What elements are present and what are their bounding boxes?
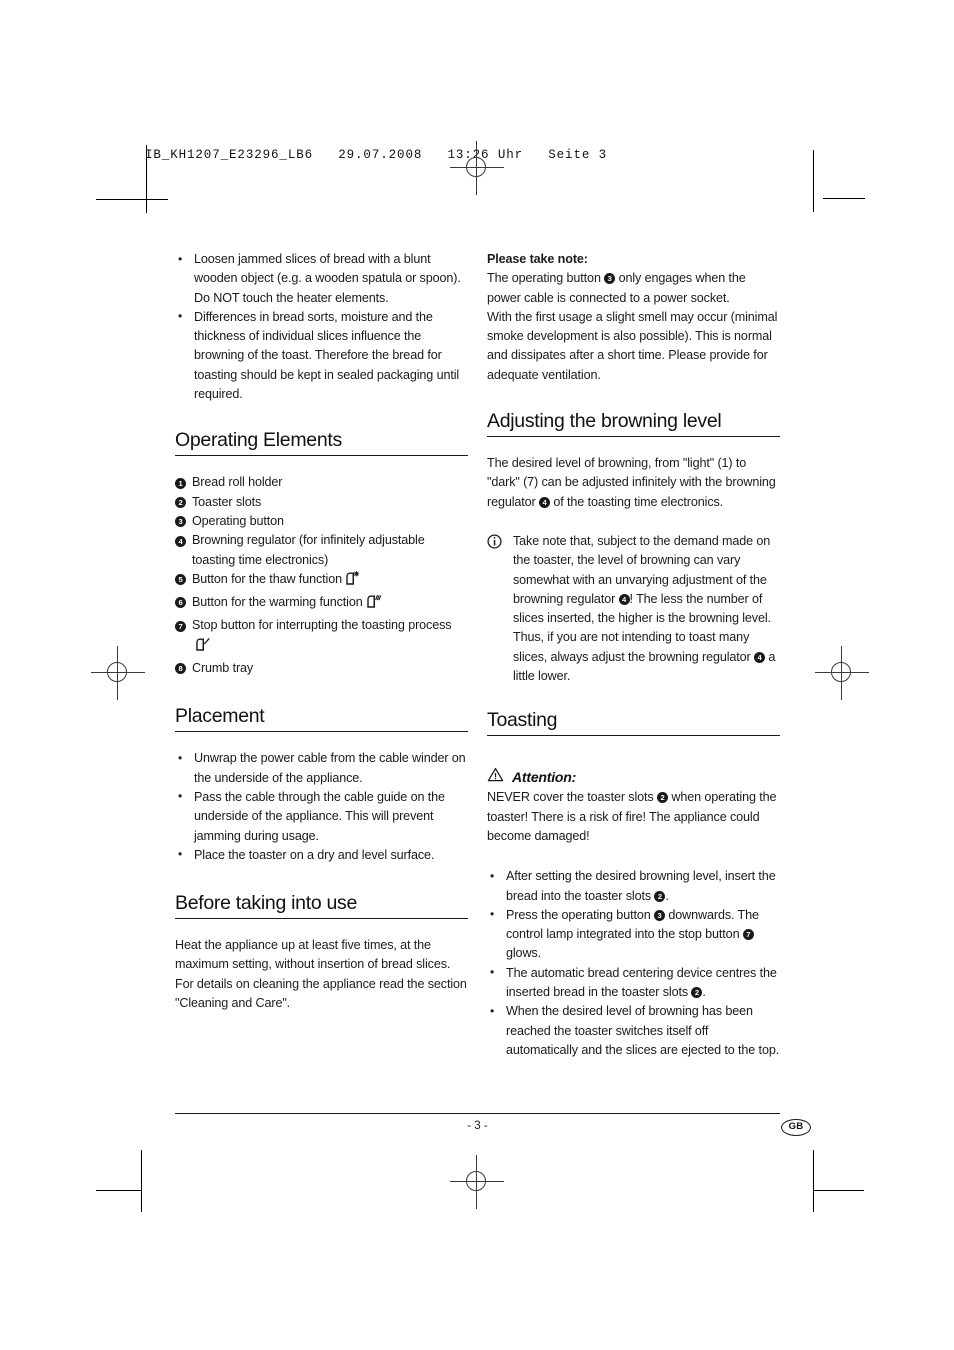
list-item: 6 Button for the warming function — [175, 593, 468, 616]
toast-thaw-icon — [344, 570, 361, 593]
attention-paragraph: NEVER cover the toaster slots 2 when ope… — [487, 788, 780, 846]
inline-number-badge-3: 3 — [654, 909, 665, 921]
footer-divider — [175, 1113, 780, 1115]
list-item: 5 Button for the thaw function — [175, 570, 468, 593]
section-heading-toasting: Toasting — [487, 708, 780, 737]
page-number: - 3 - — [467, 1120, 488, 1132]
list-item: Loosen jammed slices of bread with a blu… — [175, 250, 468, 308]
bullet-text-a: After setting the desired browning level… — [506, 869, 776, 903]
browning-paragraph: The desired level of browning, from "lig… — [487, 454, 780, 512]
crop-mark-bottom-left-horizontal — [96, 1190, 142, 1192]
inline-number-badge-4: 4 — [618, 593, 630, 605]
right-column: Please take note: The operating button 3… — [487, 250, 780, 1060]
note-text-a: The operating button — [487, 271, 601, 286]
list-item: 4 Browning regulator (for infinitely adj… — [175, 531, 468, 570]
list-item-label: Stop button for interrupting the toastin… — [192, 618, 452, 633]
warning-triangle-icon — [487, 767, 504, 787]
left-column: Loosen jammed slices of bread with a blu… — [175, 250, 468, 1013]
list-item-label: Toaster slots — [192, 494, 262, 509]
number-badge-2: 2 — [175, 496, 186, 508]
list-item-label: Button for the thaw function — [192, 571, 342, 586]
inline-number-badge-2: 2 — [691, 987, 703, 999]
print-header: IB_KH1207_E23296_LB6 29.07.2008 13:26 Uh… — [145, 148, 608, 162]
list-item: The automatic bread centering device cen… — [487, 963, 780, 1003]
registration-mark-left — [91, 646, 145, 700]
bullet-text-a: When the desired level of browning has b… — [506, 1004, 780, 1057]
list-item: 7 Stop button for interrupting the toast… — [175, 616, 468, 659]
bullet-text-b: . — [665, 888, 669, 903]
crop-mark-bottom-right-horizontal — [814, 1190, 864, 1192]
list-item: After setting the desired browning level… — [487, 867, 780, 906]
info-note-block: Take note that, subject to the demand ma… — [487, 532, 780, 686]
list-item: Pass the cable through the cable guide o… — [175, 787, 468, 846]
section-heading-placement: Placement — [175, 704, 468, 733]
safety-bullet-list: Loosen jammed slices of bread with a blu… — [175, 250, 468, 404]
section-heading-adjusting-browning-level: Adjusting the browning level — [487, 409, 780, 438]
note-paragraph-1: The operating button 3 only engages when… — [487, 269, 780, 308]
crop-mark-bottom-left-vertical — [141, 1150, 143, 1212]
inline-number-badge-4: 4 — [754, 651, 766, 663]
registration-mark-bottom — [450, 1155, 504, 1209]
number-badge-4: 4 — [175, 535, 186, 547]
bullet-text-a: The automatic bread centering device cen… — [506, 965, 777, 1000]
list-item: When the desired level of browning has b… — [487, 1002, 780, 1060]
inline-number-badge-3: 3 — [604, 273, 616, 285]
list-item-label: Crumb tray — [192, 661, 254, 676]
crop-mark-bottom-right-vertical — [813, 1150, 815, 1212]
list-item: Press the operating button 3 downwards. … — [487, 905, 780, 964]
attention-text-a: NEVER cover the toaster slots — [487, 790, 654, 805]
operating-elements-list: 1 Bread roll holder 2 Toaster slots 3 Op… — [175, 473, 468, 678]
placement-bullet-list: Unwrap the power cable from the cable wi… — [175, 749, 468, 865]
toast-stop-icon — [194, 636, 211, 659]
list-item: 2 Toaster slots — [175, 493, 468, 512]
crop-mark-top-left-vertical — [146, 145, 148, 213]
list-item: 3 Operating button — [175, 512, 468, 531]
registration-mark-top — [450, 141, 504, 195]
number-badge-1: 1 — [175, 477, 186, 489]
list-item-label: Button for the warming function — [192, 595, 363, 610]
inline-number-badge-2: 2 — [657, 792, 668, 804]
list-item-label: Browning regulator (for infinitely adjus… — [192, 533, 425, 567]
section-heading-operating-elements: Operating Elements — [175, 428, 468, 457]
language-badge: GB — [781, 1119, 811, 1136]
crop-mark-top-left-horizontal — [96, 199, 168, 201]
list-item-label: Bread roll holder — [192, 475, 283, 490]
toast-warm-icon — [365, 593, 382, 616]
number-badge-5: 5 — [175, 574, 186, 586]
number-badge-3: 3 — [175, 516, 186, 528]
list-item: 8 Crumb tray — [175, 659, 468, 678]
inline-number-badge-4: 4 — [539, 496, 551, 508]
bullet-text-c: glows. — [506, 946, 541, 961]
registration-mark-right — [815, 646, 869, 700]
list-item: Place the toaster on a dry and level sur… — [175, 845, 468, 865]
before-use-paragraph: Heat the appliance up at least five time… — [175, 938, 467, 1011]
browning-text-b: of the toasting time electronics. — [553, 494, 724, 509]
crop-mark-top-right-horizontal — [823, 198, 865, 200]
note-title: Please take note: — [487, 252, 588, 266]
number-badge-7: 7 — [175, 620, 186, 632]
section-heading-before-taking-into-use: Before taking into use — [175, 891, 468, 920]
crop-mark-top-right-vertical — [813, 150, 815, 212]
list-item-label: Operating button — [192, 513, 284, 528]
attention-label: Attention: — [512, 769, 577, 786]
info-circle-icon — [487, 534, 502, 555]
attention-heading: Attention: — [487, 767, 780, 787]
list-item: Differences in bread sorts, moisture and… — [175, 307, 468, 404]
bullet-text-a: Press the operating button — [506, 907, 651, 922]
bullet-text-b: . — [702, 985, 706, 1000]
toasting-bullet-list: After setting the desired browning level… — [487, 867, 780, 1060]
list-item: 1 Bread roll holder — [175, 473, 468, 492]
document-page: IB_KH1207_E23296_LB6 29.07.2008 13:26 Uh… — [0, 0, 954, 1350]
number-badge-8: 8 — [175, 663, 186, 675]
inline-number-badge-2: 2 — [654, 890, 666, 902]
inline-number-badge-7: 7 — [742, 929, 754, 941]
number-badge-6: 6 — [175, 597, 186, 609]
note-paragraph-2: With the first usage a slight smell may … — [487, 309, 778, 382]
list-item: Unwrap the power cable from the cable wi… — [175, 749, 468, 788]
